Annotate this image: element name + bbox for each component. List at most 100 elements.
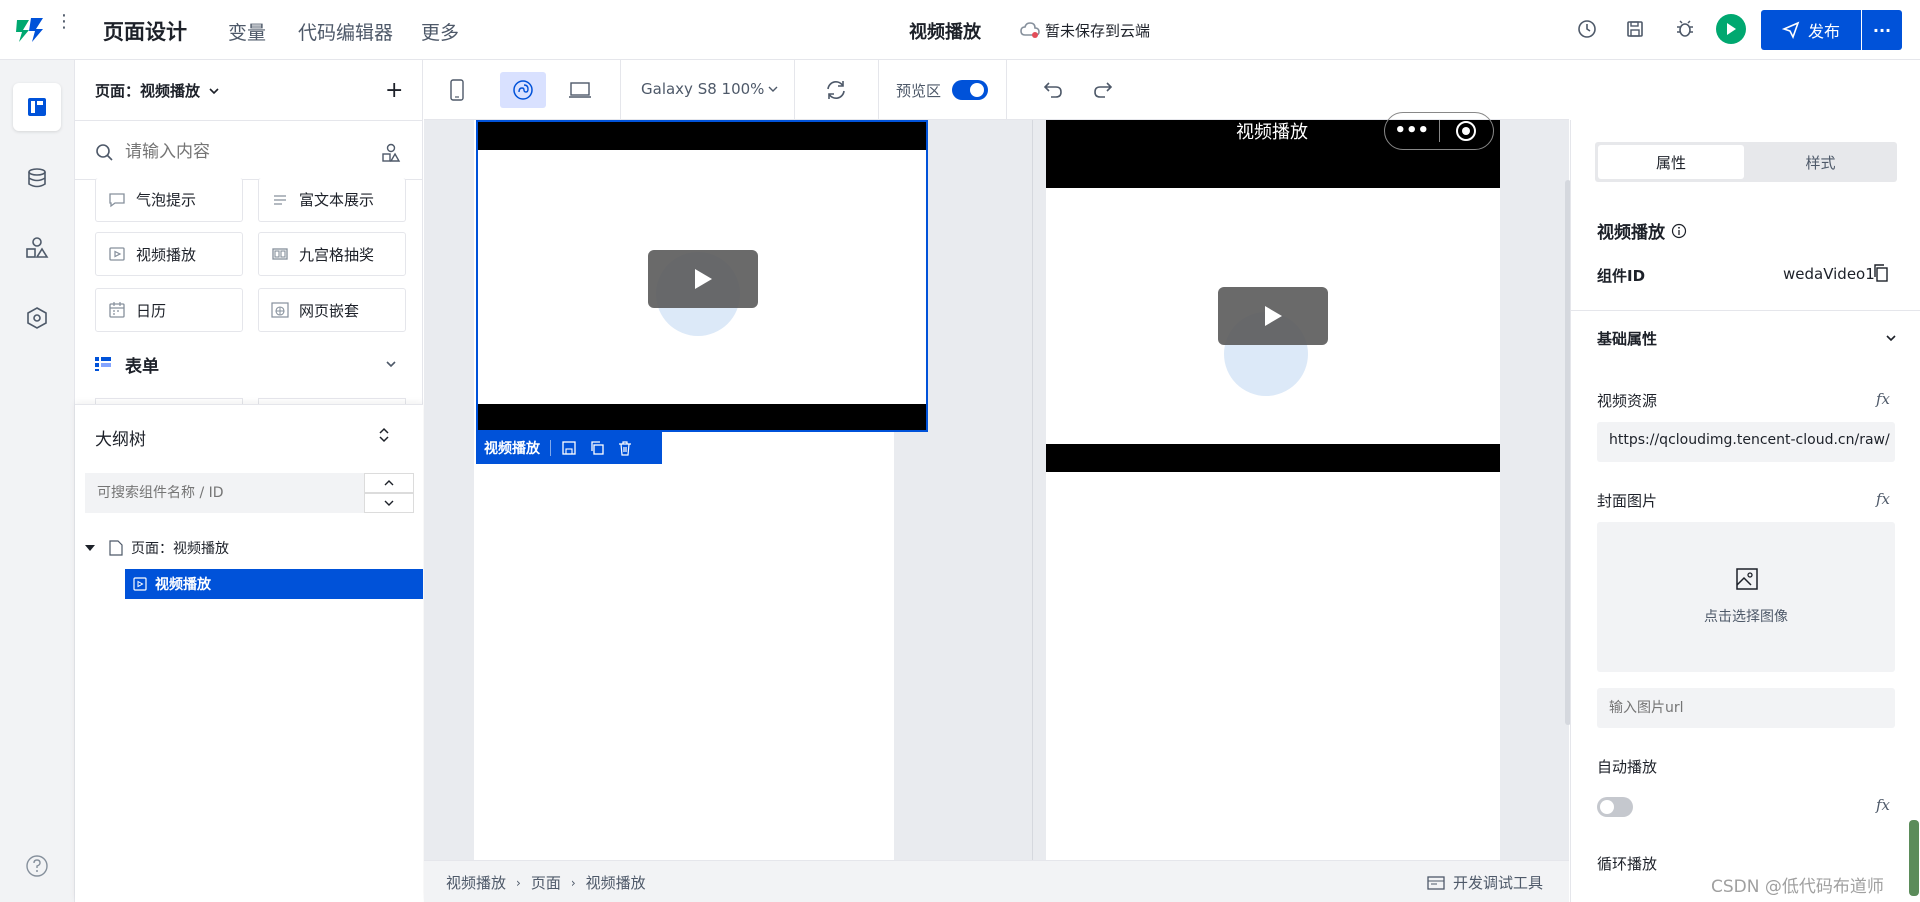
component-richtext[interactable]: 富文本展示	[258, 178, 406, 222]
form-icon	[95, 357, 111, 371]
debug-icon[interactable]	[1670, 14, 1700, 44]
caret-down-icon[interactable]	[85, 544, 95, 552]
nav-more[interactable]: 更多	[421, 18, 459, 45]
calendar-icon	[108, 301, 126, 319]
outline-title: 大纲树	[95, 430, 146, 450]
property-tabs: 属性 样式	[1595, 142, 1897, 182]
status-bar: 视频播放 › 页面 › 视频播放 开发调试工具	[424, 860, 1569, 902]
cloud-icon	[1020, 21, 1040, 39]
component-panel: 页面：视频播放 + 气泡提示 富文本展示 视频播放 九宫格抽奖 日历 网页嵌套 …	[75, 60, 423, 902]
fx-binding-icon[interactable]: fx	[1876, 796, 1890, 814]
help-icon[interactable]	[13, 842, 61, 890]
design-canvas: 视频播放 视频播放 •••	[424, 112, 1571, 860]
tree-node-video[interactable]: 视频播放	[125, 569, 423, 599]
component-iframe[interactable]: 网页嵌套	[258, 288, 406, 332]
page-selector[interactable]: 页面：视频播放	[95, 80, 220, 101]
breadcrumb-item[interactable]: 页面	[531, 872, 561, 893]
info-icon[interactable]	[1671, 223, 1687, 239]
fx-binding-icon[interactable]: fx	[1876, 390, 1890, 408]
component-video[interactable]: 视频播放	[95, 232, 243, 276]
watermark: CSDN @低代码布道师	[1711, 877, 1884, 897]
component-library-icon[interactable]	[381, 143, 401, 163]
refresh-icon[interactable]	[824, 78, 848, 102]
play-button[interactable]	[648, 250, 758, 308]
component-lottery[interactable]: 九宫格抽奖	[258, 232, 406, 276]
capsule-menu[interactable]: •••	[1384, 112, 1494, 150]
component-id-label: 组件ID	[1597, 267, 1646, 285]
undo-icon[interactable]	[1042, 80, 1064, 100]
save-icon[interactable]	[1620, 14, 1650, 44]
breadcrumb-item[interactable]: 视频播放	[586, 872, 646, 893]
tab-styles[interactable]: 样式	[1747, 145, 1894, 179]
desktop-view-icon[interactable]	[562, 72, 598, 108]
section-title: 基础属性	[1597, 329, 1658, 348]
history-icon[interactable]	[1572, 14, 1602, 44]
component-label: 网页嵌套	[299, 301, 360, 320]
redo-icon[interactable]	[1092, 80, 1114, 100]
preview-toggle[interactable]	[952, 80, 988, 100]
rail-components-icon[interactable]	[13, 224, 61, 272]
publish-label: 发布	[1807, 22, 1840, 41]
cover-upload-area[interactable]: 点击选择图像	[1597, 522, 1895, 672]
breadcrumb: 视频播放 › 页面 › 视频播放	[446, 872, 646, 893]
add-page-icon[interactable]: +	[385, 78, 403, 103]
component-search-input[interactable]	[125, 138, 345, 166]
divider	[75, 120, 423, 121]
devtools-button[interactable]: 开发调试工具	[1427, 872, 1543, 893]
component-id-value: wedaVideo1	[1783, 265, 1875, 283]
form-section-header[interactable]: 表单	[95, 352, 403, 377]
copy-icon[interactable]	[589, 440, 605, 456]
selection-toolbar: 视频播放	[476, 432, 662, 464]
nav-code-editor[interactable]: 代码编辑器	[298, 18, 393, 45]
basic-props-section[interactable]: 基础属性	[1597, 326, 1897, 350]
more-dots-icon[interactable]: •••	[1385, 122, 1439, 140]
close-miniprogram-icon[interactable]	[1439, 120, 1493, 142]
expand-collapse-icon[interactable]	[377, 425, 391, 445]
app-logo[interactable]	[14, 16, 46, 44]
canvas-scrollbar-track	[1512, 120, 1522, 860]
autoplay-toggle[interactable]	[1597, 797, 1633, 817]
publish-button[interactable]: 发布	[1761, 10, 1861, 50]
video-component[interactable]	[476, 120, 928, 432]
image-icon	[1735, 567, 1759, 591]
more-actions-button[interactable]: ···	[1862, 10, 1902, 50]
rail-data-icon[interactable]	[13, 154, 61, 202]
save-as-icon[interactable]	[561, 440, 577, 456]
autoplay-label: 自动播放	[1597, 758, 1658, 776]
copy-id-icon[interactable]	[1873, 264, 1889, 282]
rail-settings-icon[interactable]	[13, 294, 61, 342]
page-icon	[109, 540, 123, 556]
next-result-button[interactable]	[364, 493, 414, 513]
video-source-label: 视频资源	[1597, 392, 1658, 410]
preview-video-bottom-bar	[1046, 444, 1500, 472]
preview-title: 视频播放	[1236, 122, 1308, 143]
tab-properties[interactable]: 属性	[1598, 145, 1744, 179]
miniprogram-view-icon[interactable]	[500, 72, 546, 108]
cover-url-input[interactable]	[1597, 688, 1895, 728]
prev-result-button[interactable]	[364, 473, 414, 493]
chevron-down-icon	[385, 358, 397, 370]
video-source-input[interactable]: https://qcloudimg.tencent-cloud.cn/raw/	[1597, 422, 1895, 462]
preview-play-button[interactable]	[1218, 287, 1328, 345]
selection-label: 视频播放	[484, 441, 540, 457]
divider	[1006, 60, 1007, 120]
preview-frame: 视频播放 •••	[1046, 112, 1500, 860]
outline-search-input[interactable]	[85, 473, 364, 513]
component-label: 富文本展示	[299, 191, 375, 209]
nav-variables[interactable]: 变量	[228, 18, 266, 45]
component-calendar[interactable]: 日历	[95, 288, 243, 332]
component-label: 九宫格抽奖	[299, 245, 375, 264]
tree-node-page[interactable]: 页面：视频播放	[85, 533, 415, 563]
rail-pages-icon[interactable]	[13, 83, 61, 131]
panel-scrollbar[interactable]	[1909, 820, 1919, 896]
canvas-gap	[928, 120, 988, 860]
delete-icon[interactable]	[617, 440, 633, 456]
component-tooltip[interactable]: 气泡提示	[95, 178, 243, 222]
mobile-view-icon[interactable]	[439, 72, 475, 108]
device-selector[interactable]: Galaxy S8 100%	[641, 80, 778, 98]
preview-nav-bar: 视频播放 •••	[1046, 112, 1500, 188]
run-button[interactable]	[1716, 14, 1746, 44]
breadcrumb-item[interactable]: 视频播放	[446, 872, 506, 893]
app-menu-icon[interactable]: ⋮	[55, 13, 73, 42]
fx-binding-icon[interactable]: fx	[1876, 490, 1890, 508]
